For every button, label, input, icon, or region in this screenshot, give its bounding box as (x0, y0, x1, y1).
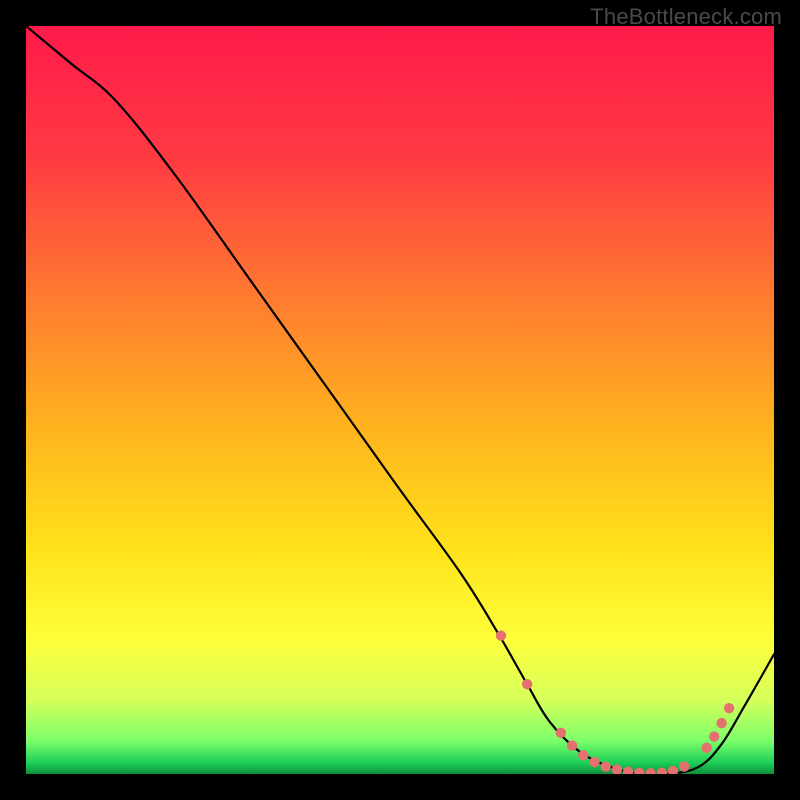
gradient-field (26, 26, 774, 774)
curve-marker (724, 703, 734, 713)
curve-marker (578, 750, 588, 760)
curve-marker (522, 679, 532, 689)
curve-marker (601, 761, 611, 771)
curve-marker (716, 718, 726, 728)
watermark-text: TheBottleneck.com (590, 4, 782, 30)
curve-marker (556, 728, 566, 738)
curve-marker (496, 630, 506, 640)
bottleneck-chart (26, 26, 774, 774)
curve-marker (709, 731, 719, 741)
curve-marker (567, 740, 577, 750)
curve-marker (589, 757, 599, 767)
curve-marker (679, 761, 689, 771)
curve-marker (701, 743, 711, 753)
